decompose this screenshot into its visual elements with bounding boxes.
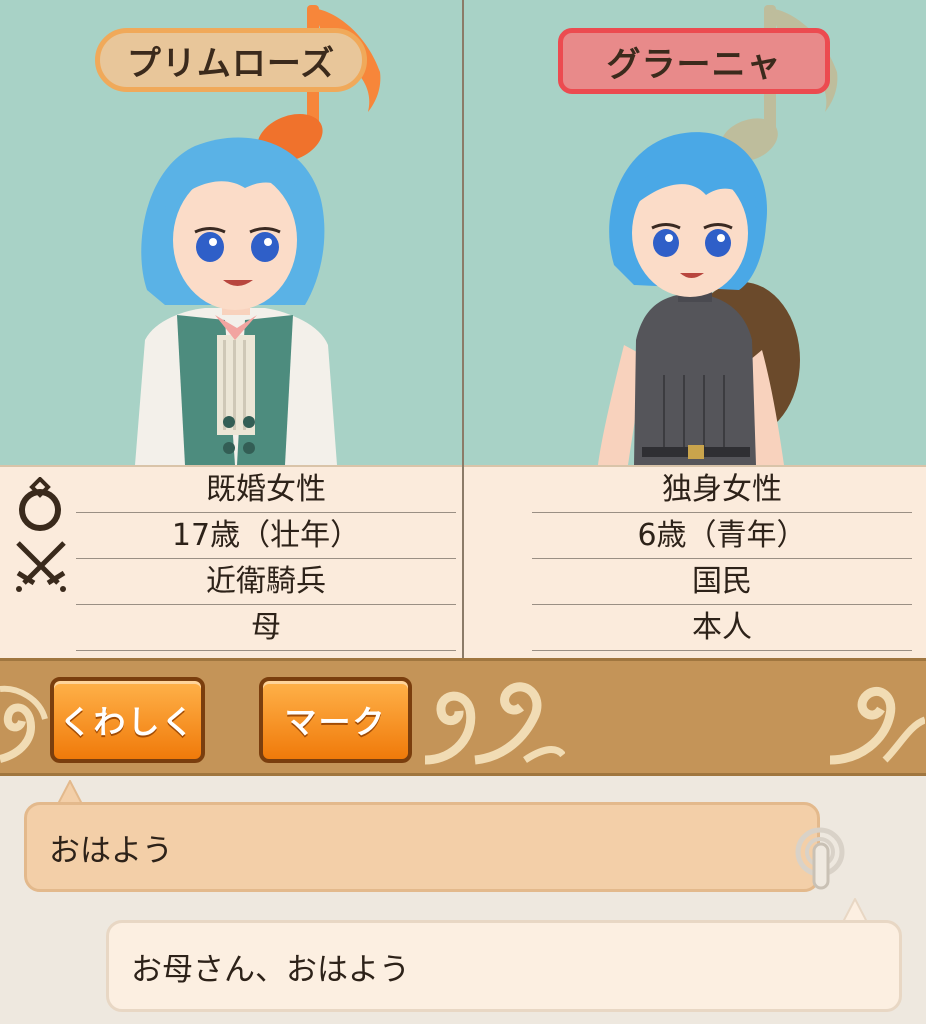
grania-character [598,132,800,465]
speech-bubble[interactable]: お母さん、おはよう [106,920,902,1012]
age: 17歳（壮年） [76,513,456,559]
ring-icon [19,477,61,531]
left-portrait-panel: プリムローズ [0,0,462,465]
relation: 本人 [532,605,912,651]
primrose-character [135,137,337,465]
marital-status: 既婚女性 [76,467,456,513]
mark-button[interactable]: マーク [259,677,412,763]
dialogue-line: おはよう [49,832,173,869]
speech-bubble[interactable]: おはよう [24,802,820,892]
finger-tap-icon[interactable] [792,826,852,890]
occupation: 国民 [532,559,912,605]
crossed-swords-icon [16,541,66,592]
marital-status: 独身女性 [532,467,912,513]
left-character-name: プリムローズ [95,28,367,92]
relation: 母 [76,605,456,651]
details-button[interactable]: くわしく [50,677,205,763]
dialogue-line: お母さん、おはよう [131,951,410,988]
right-character-name: グラーニャ [558,28,830,94]
right-character-stats: 独身女性 6歳（青年） 国民 本人 [532,467,912,651]
action-bar: くわしく マーク [0,658,926,776]
left-character-stats: 既婚女性 17歳（壮年） 近衛騎兵 母 [76,467,456,651]
scroll-ornament [424,682,565,765]
right-portrait-panel: グラーニャ [464,0,926,465]
age: 6歳（青年） [532,513,912,559]
panel-divider [462,0,464,658]
scroll-ornament [829,687,925,765]
occupation: 近衛騎兵 [76,559,456,605]
